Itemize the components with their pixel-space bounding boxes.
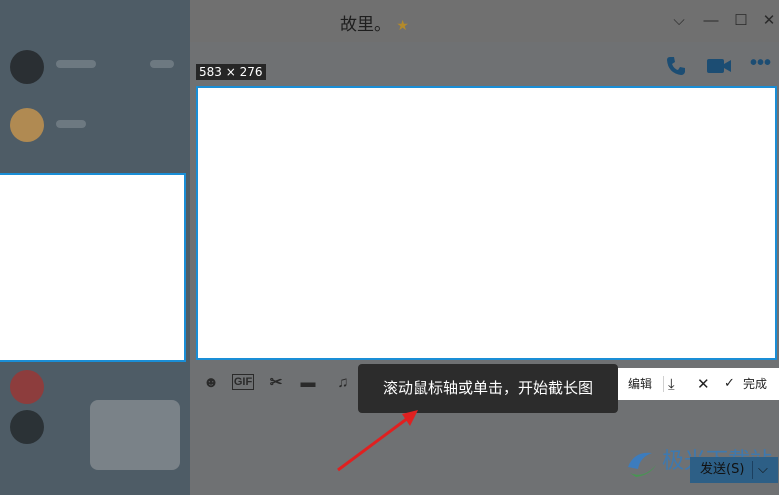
send-options-icon[interactable]: ⌵ [758, 457, 768, 483]
voice-call-icon[interactable] [664, 54, 688, 78]
download-icon[interactable]: ⤓ [668, 368, 675, 400]
check-icon[interactable]: ✓ [724, 368, 735, 400]
contact-name-placeholder [56, 60, 96, 68]
contact-avatar [10, 50, 44, 84]
contact-time-placeholder [150, 60, 174, 68]
folder-icon[interactable]: ▬ [297, 374, 319, 392]
title-bar [190, 0, 779, 42]
gif-icon[interactable]: GIF [232, 374, 254, 390]
video-call-icon[interactable] [706, 56, 732, 76]
window-title: 故里。 ★ [340, 10, 409, 35]
contact-avatar [10, 410, 44, 444]
capture-selection[interactable] [196, 86, 777, 360]
minimize-button[interactable]: — [702, 12, 720, 30]
capture-selection-secondary[interactable] [0, 173, 186, 362]
red-arrow-annotation [337, 410, 418, 472]
done-button[interactable]: 完成 [743, 368, 767, 400]
send-button-label: 发送(S) [700, 462, 745, 477]
capture-size-label: 583 × 276 [196, 64, 266, 80]
maximize-button[interactable]: ☐ [732, 12, 750, 30]
window-title-text: 故里。 [340, 15, 391, 35]
divider [752, 461, 753, 479]
dropdown-icon[interactable]: ⌵ [670, 12, 688, 30]
badge-icon: ★ [396, 18, 409, 34]
more-options-icon[interactable]: ••• [750, 53, 774, 73]
cancel-icon[interactable]: ✕ [697, 368, 710, 400]
contact-avatar [10, 370, 44, 404]
edit-button[interactable]: 编辑 [628, 368, 652, 400]
music-icon[interactable]: ♫ [332, 374, 354, 392]
contact-name-placeholder [56, 120, 86, 128]
screenshot-action-bar: 编辑 ⤓ ✕ ✓ 完成 [618, 368, 779, 400]
divider [663, 376, 664, 392]
close-button[interactable]: ✕ [760, 12, 778, 30]
contact-avatar [10, 108, 44, 142]
emoji-icon[interactable]: ☻ [200, 374, 222, 392]
send-button[interactable]: 发送(S) ⌵ [690, 457, 778, 483]
scissors-icon[interactable]: ✂ [265, 374, 287, 392]
blurred-image [90, 400, 180, 470]
